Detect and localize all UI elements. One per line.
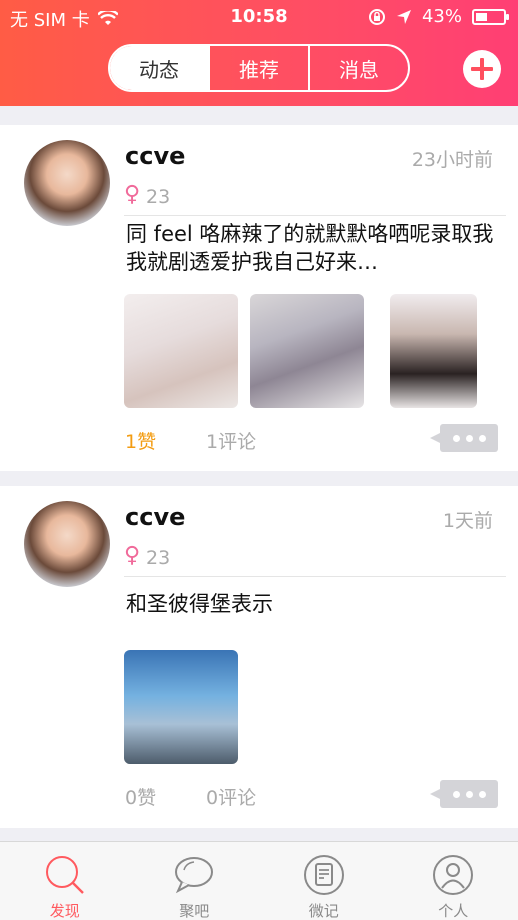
tab-label: 发现 bbox=[49, 902, 80, 920]
post-photo[interactable] bbox=[124, 294, 238, 408]
dot bbox=[465, 434, 473, 442]
search-icon bbox=[45, 856, 84, 894]
dot bbox=[465, 790, 473, 798]
age-label: 23 bbox=[146, 186, 171, 208]
divider bbox=[124, 215, 506, 216]
chat-bubble-icon bbox=[175, 857, 214, 894]
header: 无 SIM 卡 10:58 43% 动态 推荐 消息 bbox=[0, 0, 518, 106]
dot bbox=[452, 790, 460, 798]
add-post-button[interactable] bbox=[463, 50, 501, 88]
more-options-button[interactable] bbox=[430, 780, 498, 808]
battery-icon bbox=[472, 8, 509, 25]
tab-messages[interactable]: 消息 bbox=[308, 46, 408, 90]
comment-button[interactable]: 1评论 bbox=[206, 427, 256, 454]
location-icon bbox=[396, 9, 411, 24]
feed-card: ccve 1天前 ♀ 23 和圣彼得堡表示 0赞 0评论 bbox=[0, 486, 518, 828]
female-icon: ♀ bbox=[124, 543, 141, 568]
like-button[interactable]: 0赞 bbox=[125, 783, 156, 810]
dot bbox=[452, 434, 460, 442]
tab-label: 个人 bbox=[438, 902, 469, 920]
tab-groups[interactable]: 聚吧 bbox=[130, 842, 260, 920]
tab-discover[interactable]: 发现 bbox=[0, 842, 130, 920]
status-right: 43% bbox=[368, 6, 509, 27]
battery-fill bbox=[476, 12, 487, 21]
note-icon bbox=[303, 855, 344, 895]
dot bbox=[478, 434, 486, 442]
post-time: 1天前 bbox=[442, 510, 493, 532]
tab-notes[interactable]: 微记 bbox=[259, 842, 389, 920]
segment-control: 动态 推荐 消息 bbox=[108, 44, 410, 92]
tab-profile[interactable]: 个人 bbox=[389, 842, 518, 920]
post-photo[interactable] bbox=[124, 650, 238, 764]
post-photo[interactable] bbox=[250, 294, 364, 408]
tab-dynamic[interactable]: 动态 bbox=[110, 46, 208, 90]
more-options-button[interactable] bbox=[430, 424, 498, 452]
tab-label: 微记 bbox=[308, 902, 339, 920]
status-bar: 无 SIM 卡 10:58 43% bbox=[0, 0, 518, 34]
rotation-lock-icon bbox=[368, 8, 385, 25]
post-text[interactable]: 同 feel 咯麻辣了的就默默咯哂呢录取我我就剧透爱护我自己好来… bbox=[126, 220, 496, 276]
post-text[interactable]: 和圣彼得堡表示 bbox=[126, 590, 496, 618]
dot bbox=[478, 790, 486, 798]
like-button[interactable]: 1赞 bbox=[125, 427, 156, 454]
avatar[interactable] bbox=[24, 140, 110, 226]
post-time: 23小时前 bbox=[411, 149, 493, 171]
female-icon: ♀ bbox=[124, 182, 141, 207]
battery-percent: 43% bbox=[421, 6, 462, 27]
tab-label: 聚吧 bbox=[179, 902, 210, 920]
age-label: 23 bbox=[146, 547, 171, 569]
avatar[interactable] bbox=[24, 501, 110, 587]
comment-button[interactable]: 0评论 bbox=[206, 783, 256, 810]
divider bbox=[124, 576, 506, 577]
post-photo[interactable] bbox=[390, 294, 477, 408]
feed-card: ccve 23小时前 ♀ 23 同 feel 咯麻辣了的就默默咯哂呢录取我我就剧… bbox=[0, 125, 518, 471]
bottom-tab-bar: 发现 聚吧 微记 个人 bbox=[0, 841, 518, 920]
username[interactable]: ccve bbox=[125, 142, 185, 170]
person-icon bbox=[433, 855, 474, 895]
tab-recommend[interactable]: 推荐 bbox=[208, 46, 308, 90]
username[interactable]: ccve bbox=[125, 503, 185, 531]
